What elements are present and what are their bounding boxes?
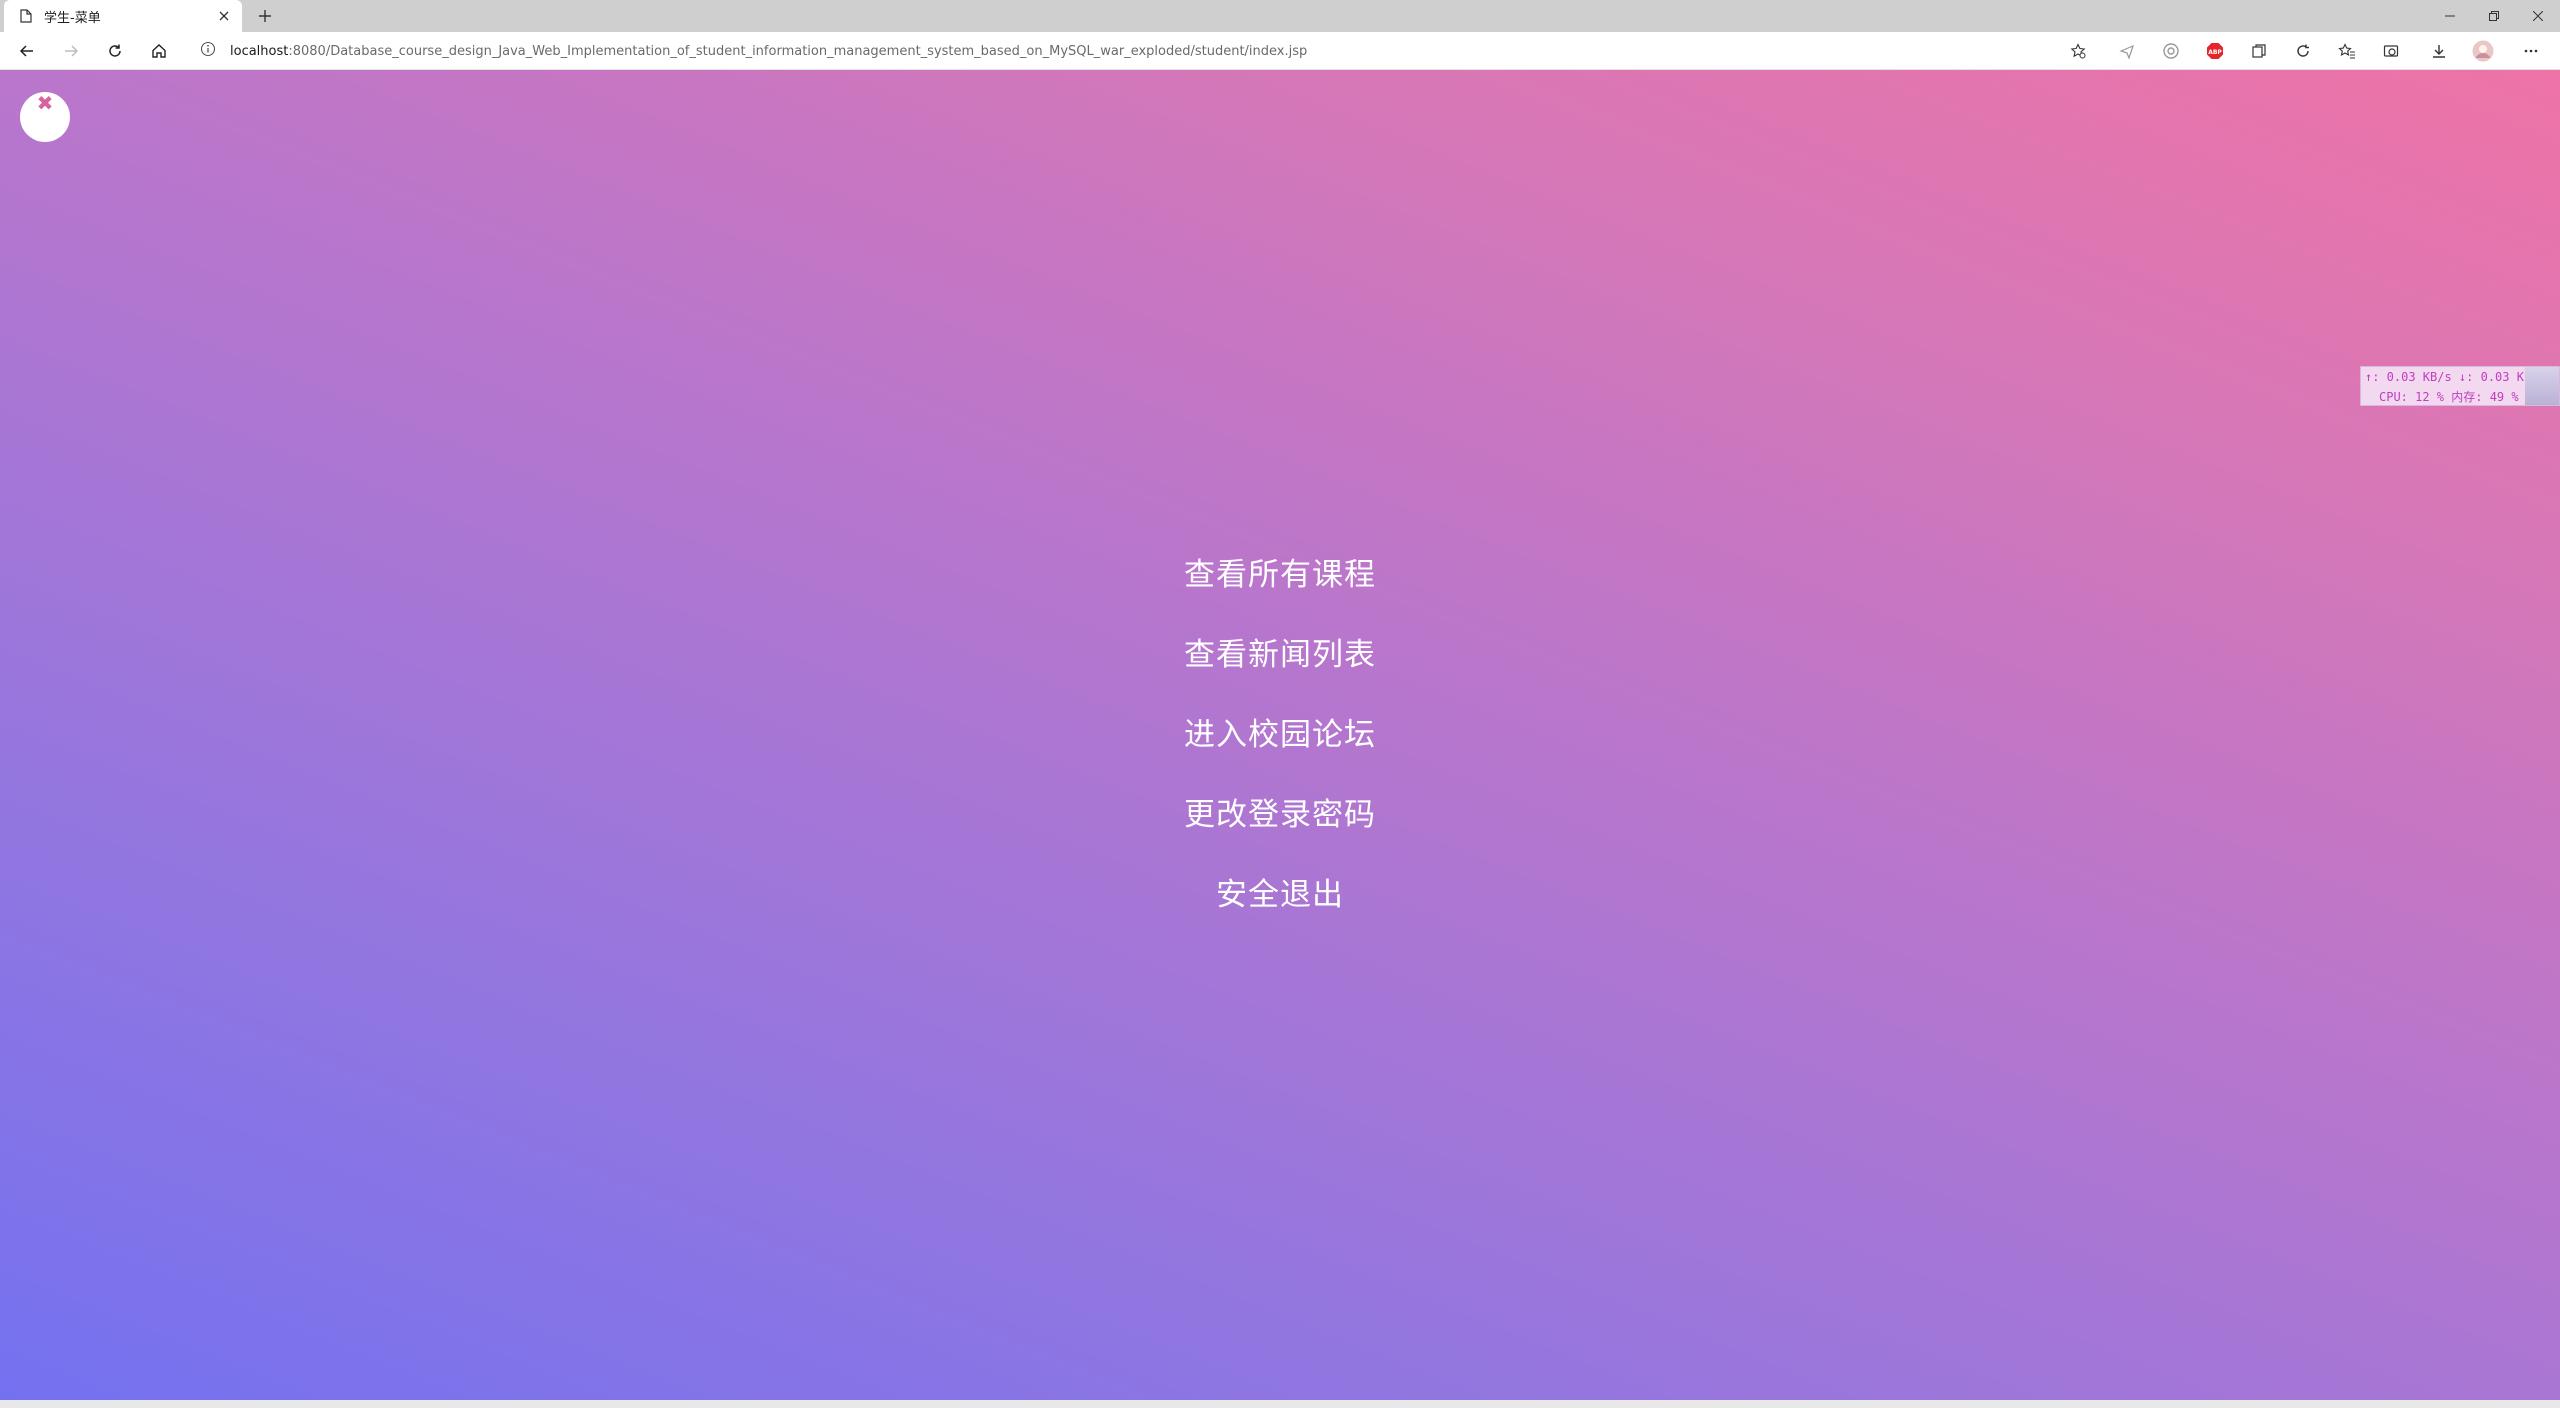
menu-item-view-news[interactable]: 查看新闻列表 xyxy=(1184,630,1376,680)
profile-avatar[interactable] xyxy=(2470,38,2496,64)
widget-character-image xyxy=(2525,367,2559,405)
refresh-icon[interactable] xyxy=(101,37,129,65)
page-content: ✖ 查看所有课程 查看新闻列表 进入校园论坛 更改登录密码 安全退出 ↑: 0.… xyxy=(0,70,2560,1400)
network-monitor-widget[interactable]: ↑: 0.03 KB/s ↓: 0.03 KB/s CPU: 12 % 内存: … xyxy=(2360,366,2560,406)
url-host: localhost xyxy=(230,43,289,59)
info-icon[interactable] xyxy=(200,41,216,61)
collections-icon[interactable] xyxy=(2246,38,2272,64)
sync-icon[interactable] xyxy=(2290,38,2316,64)
menu-item-view-courses[interactable]: 查看所有课程 xyxy=(1184,550,1376,600)
tab-strip: 学生-菜单 xyxy=(0,0,2560,32)
new-tab-button[interactable] xyxy=(252,3,278,29)
favorites-add-icon[interactable] xyxy=(2065,38,2091,64)
menu-close-button[interactable]: ✖ xyxy=(20,92,70,142)
window-close-icon[interactable] xyxy=(2516,0,2560,32)
downloads-icon[interactable] xyxy=(2426,38,2452,64)
extension-arrow-icon[interactable] xyxy=(2114,38,2140,64)
minimize-icon[interactable] xyxy=(2428,0,2472,32)
svg-text:ABP: ABP xyxy=(2208,49,2222,56)
bottom-edge xyxy=(0,1400,2560,1408)
url-path: :8080/Database_course_design_Java_Web_Im… xyxy=(288,43,1308,59)
extension-gear-icon[interactable] xyxy=(2158,38,2184,64)
adblock-icon[interactable]: ABP xyxy=(2202,38,2228,64)
tab-active[interactable]: 学生-菜单 xyxy=(4,0,242,32)
close-icon: ✖ xyxy=(36,91,54,115)
browser-toolbar: localhost:8080/Database_course_design_Ja… xyxy=(0,32,2560,70)
tab-title: 学生-菜单 xyxy=(44,10,101,26)
back-icon[interactable] xyxy=(13,37,41,65)
page-icon xyxy=(18,8,34,24)
menu-item-logout[interactable]: 安全退出 xyxy=(1216,870,1344,920)
restore-icon[interactable] xyxy=(2472,0,2516,32)
tab-close-icon[interactable] xyxy=(212,4,236,28)
network-speed-text: ↑: 0.03 KB/s ↓: 0.03 KB/s xyxy=(2365,370,2546,384)
system-usage-text: CPU: 12 % 内存: 49 % xyxy=(2379,390,2519,404)
address-bar[interactable]: localhost:8080/Database_course_design_Ja… xyxy=(188,36,2094,66)
window-controls xyxy=(2428,0,2560,32)
home-icon[interactable] xyxy=(145,37,173,65)
menu-item-campus-forum[interactable]: 进入校园论坛 xyxy=(1184,710,1376,760)
student-menu: 查看所有课程 查看新闻列表 进入校园论坛 更改登录密码 安全退出 xyxy=(0,550,2560,950)
more-icon[interactable] xyxy=(2518,38,2544,64)
url-text: localhost:8080/Database_course_design_Ja… xyxy=(230,44,1307,59)
browser-window: 学生-菜单 localhost:8080/Database_course_des… xyxy=(0,0,2560,1408)
split-screen-icon[interactable] xyxy=(2378,38,2404,64)
forward-icon[interactable] xyxy=(57,37,85,65)
favorites-icon[interactable] xyxy=(2334,38,2360,64)
menu-item-change-password[interactable]: 更改登录密码 xyxy=(1184,790,1376,840)
